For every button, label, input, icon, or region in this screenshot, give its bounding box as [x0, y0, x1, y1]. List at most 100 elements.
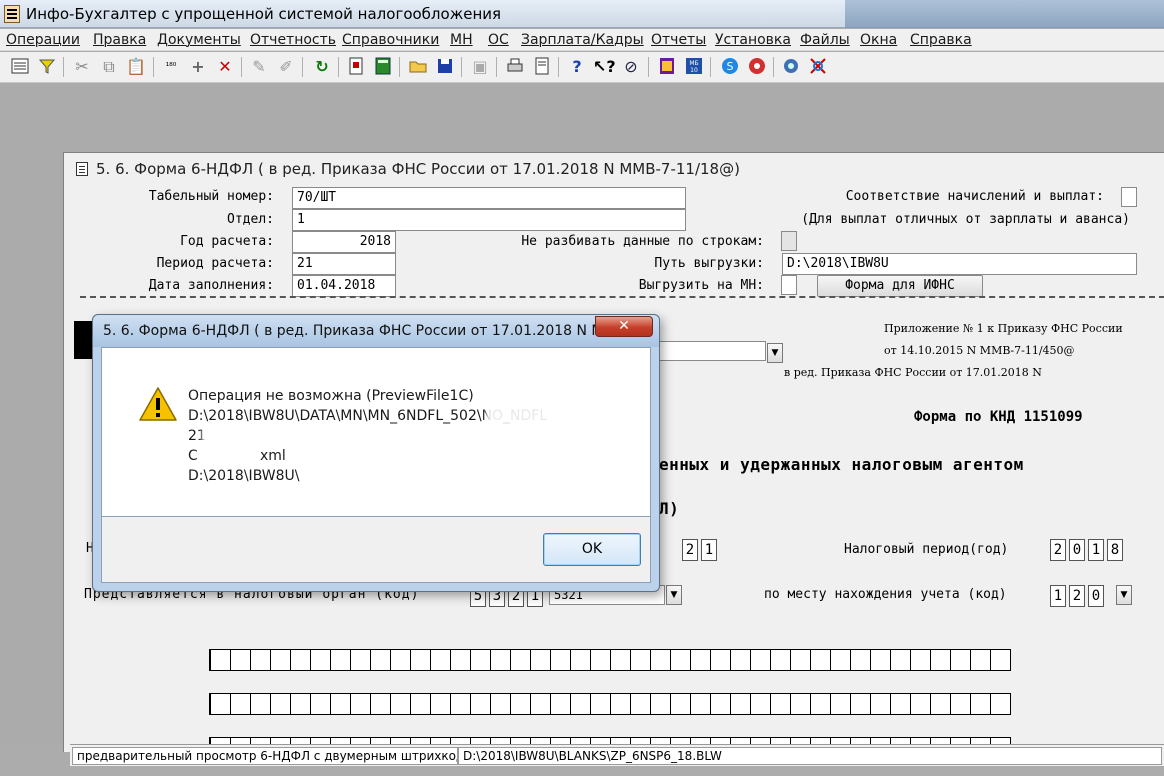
support-icon[interactable] [746, 56, 768, 78]
location-cell[interactable]: 2 [1069, 585, 1085, 607]
location-cell[interactable]: 1 [1050, 585, 1066, 607]
close-icon[interactable]: ✕ [595, 316, 653, 337]
location-label: по месту нахождения учета (код) [764, 587, 1007, 602]
period-field[interactable]: 21 [292, 253, 396, 275]
ifns-form-button[interactable]: Форма для ИФНС [817, 275, 983, 297]
brush2-icon[interactable]: ✐ [275, 56, 297, 78]
preview-icon[interactable] [531, 56, 553, 78]
report-heading-line-2: Л) [659, 499, 680, 518]
toolbar-separator [710, 57, 711, 77]
location-cell[interactable]: 0 [1088, 585, 1104, 607]
menu-os[interactable]: ОС [488, 32, 509, 48]
dialog-body: Операция не возможна (PreviewFile1C) D:\… [101, 347, 651, 517]
toolbar-separator [63, 57, 64, 77]
redacted-text [198, 448, 260, 466]
menu-directories[interactable]: Справочники [342, 32, 439, 48]
menu-salary[interactable]: Зарплата/Кадры [521, 32, 644, 48]
toolbar-separator [496, 57, 497, 77]
tax-period-cell[interactable]: 2 [1050, 539, 1066, 561]
date-label: Дата заполнения: [148, 278, 274, 293]
tax-period-cell[interactable]: 8 [1107, 539, 1123, 561]
status-bar: предварительный просмотр 6-НДФЛ с двумер… [70, 744, 1164, 766]
tax-authority-chevron-down-icon[interactable]: ▼ [666, 585, 682, 605]
toolbar-separator [241, 57, 242, 77]
redacted-text [202, 428, 622, 446]
book-icon[interactable] [656, 56, 678, 78]
paste-icon[interactable]: 📋 [125, 56, 147, 78]
toolbar-separator [558, 57, 559, 77]
tax-period-cell[interactable]: 1 [1088, 539, 1104, 561]
delete-icon[interactable]: ✕ [214, 56, 236, 78]
toolbar-separator [648, 57, 649, 77]
menu-windows[interactable]: Окна [860, 32, 897, 48]
match-note: (Для выплат отличных от зарплаты и аванс… [801, 212, 1130, 227]
folder-open-icon[interactable] [407, 56, 429, 78]
toolbar-separator [773, 57, 774, 77]
whatsthis-icon[interactable]: ↖? [593, 56, 616, 78]
print-icon[interactable] [504, 56, 526, 78]
export-mn-checkbox[interactable] [781, 275, 797, 295]
year-field[interactable]: 2018 [292, 231, 396, 253]
sync-icon[interactable] [807, 56, 829, 78]
report-heading-line-1: енных и удержанных налоговым агентом [659, 455, 1024, 474]
dialog-titlebar: 5. 6. Форма 6-НДФЛ ( в ред. Приказа ФНС … [93, 315, 659, 347]
list-icon[interactable] [9, 56, 31, 78]
save-icon[interactable] [434, 56, 456, 78]
menu-reporting[interactable]: Отчетность [250, 32, 336, 48]
divider [80, 296, 1164, 298]
name-cells-row-2[interactable] [209, 693, 1011, 715]
tab-number-field[interactable]: 70/ШТ [292, 187, 686, 209]
menu-setup[interactable]: Установка [715, 32, 791, 48]
status-path: D:\2018\IBW8U\BLANKS\ZP_6NSP6_18.BLW [458, 747, 1162, 765]
match-checkbox[interactable] [1121, 187, 1137, 207]
department-field[interactable]: 1 [292, 209, 686, 231]
mb10-icon[interactable]: МБ 10 [683, 56, 705, 78]
add-icon[interactable]: + [187, 56, 209, 78]
network-icon[interactable] [780, 56, 802, 78]
menu-edit[interactable]: Правка [93, 32, 146, 48]
period-cell[interactable]: 1 [701, 539, 717, 561]
hidden-select[interactable] [644, 341, 766, 361]
menu-reports[interactable]: Отчеты [651, 32, 706, 48]
form-titlebar: 5. 6. Форма 6-НДФЛ ( в ред. Приказа ФНС … [64, 153, 1164, 183]
menu-operations[interactable]: Операции [6, 32, 80, 48]
menu-bar: Операции Правка Документы Отчетность Спр… [0, 29, 1164, 51]
svg-text:МБ: МБ [689, 60, 698, 67]
dialog-title: 5. 6. Форма 6-НДФЛ ( в ред. Приказа ФНС … [103, 323, 629, 339]
document-icon [76, 162, 88, 176]
tab-number-label: Табельный номер: [148, 189, 274, 204]
ok-button[interactable]: OK [543, 533, 641, 566]
menu-files[interactable]: Файлы [800, 32, 850, 48]
compass-icon[interactable]: ⊘ [620, 56, 642, 78]
app-titlebar: Инфо-Бухгалтер с упрощенной системой нал… [0, 0, 1164, 28]
help-icon[interactable]: ? [566, 56, 588, 78]
date-field[interactable]: 01.04.2018 [292, 275, 396, 297]
select-chevron-down-icon[interactable]: ▼ [767, 343, 783, 363]
menu-help[interactable]: Справка [910, 32, 972, 48]
cut-icon[interactable]: ✂ [71, 56, 93, 78]
no-split-checkbox[interactable] [781, 231, 797, 251]
skype-icon[interactable]: S [719, 56, 741, 78]
location-chevron-down-icon[interactable]: ▼ [1116, 585, 1132, 605]
app-title: Инфо-Бухгалтер с упрощенной системой нал… [26, 5, 502, 23]
brush-icon[interactable]: ✎ [248, 56, 270, 78]
disabled-icon[interactable]: ▣ [469, 56, 491, 78]
form-title: 5. 6. Форма 6-НДФЛ ( в ред. Приказа ФНС … [96, 160, 740, 178]
export-path-field[interactable]: D:\2018\IBW8U [782, 253, 1137, 275]
tax-period-cell[interactable]: 0 [1069, 539, 1085, 561]
filter-icon[interactable] [36, 56, 58, 78]
toolbar-separator [461, 57, 462, 77]
appendix-line-1: Приложение № 1 к Приказу ФНС России [884, 322, 1123, 335]
background-taskbar-area [845, 0, 1164, 28]
name-cells-row-1[interactable] [209, 649, 1011, 671]
report-icon[interactable] [345, 56, 367, 78]
menu-documents[interactable]: Документы [157, 32, 241, 48]
warning-icon [138, 386, 178, 426]
period-cell[interactable]: 2 [682, 539, 698, 561]
menu-mn[interactable]: МН [450, 32, 473, 48]
calculator-icon[interactable] [372, 56, 394, 78]
copy-icon[interactable]: ⧉ [98, 56, 120, 78]
refresh-icon[interactable]: ↻ [311, 56, 333, 78]
calc-icon[interactable]: ¹⁸⁰ [160, 56, 182, 78]
appendix-line-2: от 14.10.2015 N ММВ-7-11/450@ [884, 344, 1075, 357]
